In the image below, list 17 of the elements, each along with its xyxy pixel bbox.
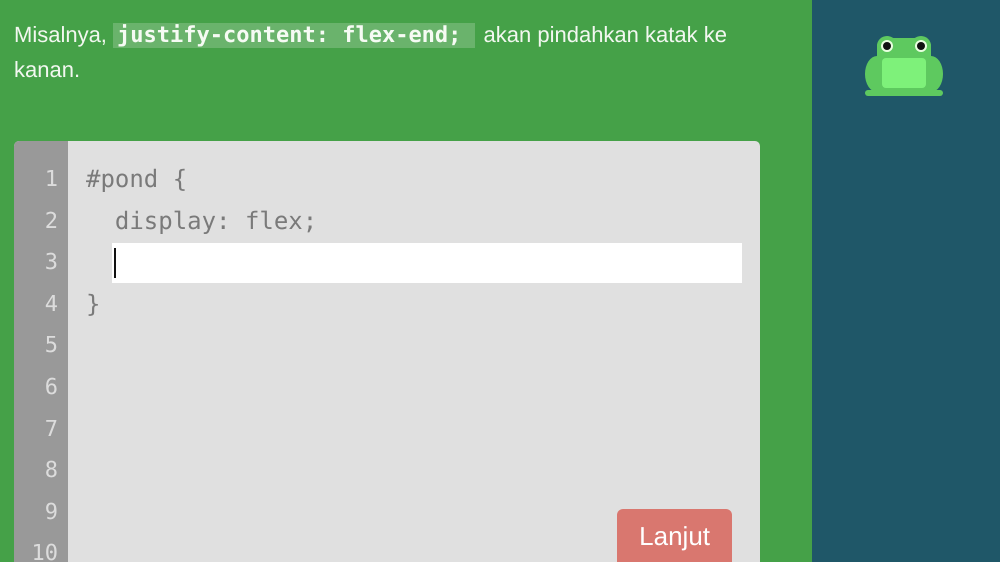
line-number: 2	[44, 208, 58, 236]
line-number: 1	[44, 166, 58, 194]
frog-icon	[865, 34, 943, 96]
code-line: }	[86, 288, 102, 320]
instruction-text: Misalnya, justify-content: flex-end; akan pindahkan katak ke kanan.	[14, 21, 728, 84]
line-number: 3	[44, 249, 58, 278]
line-number: 6	[44, 374, 58, 402]
code-line: #pond {	[86, 164, 188, 195]
line-number: 5	[44, 332, 58, 360]
css-input-field[interactable]	[112, 242, 742, 283]
line-number: 7	[44, 416, 58, 444]
code-line: display: flex;	[114, 206, 318, 237]
line-number: 10	[32, 540, 58, 562]
line-number: 8	[44, 457, 58, 486]
line-number: 9	[44, 498, 58, 527]
next-button[interactable]: Lanjut	[617, 509, 732, 562]
line-number: 4	[44, 290, 58, 319]
